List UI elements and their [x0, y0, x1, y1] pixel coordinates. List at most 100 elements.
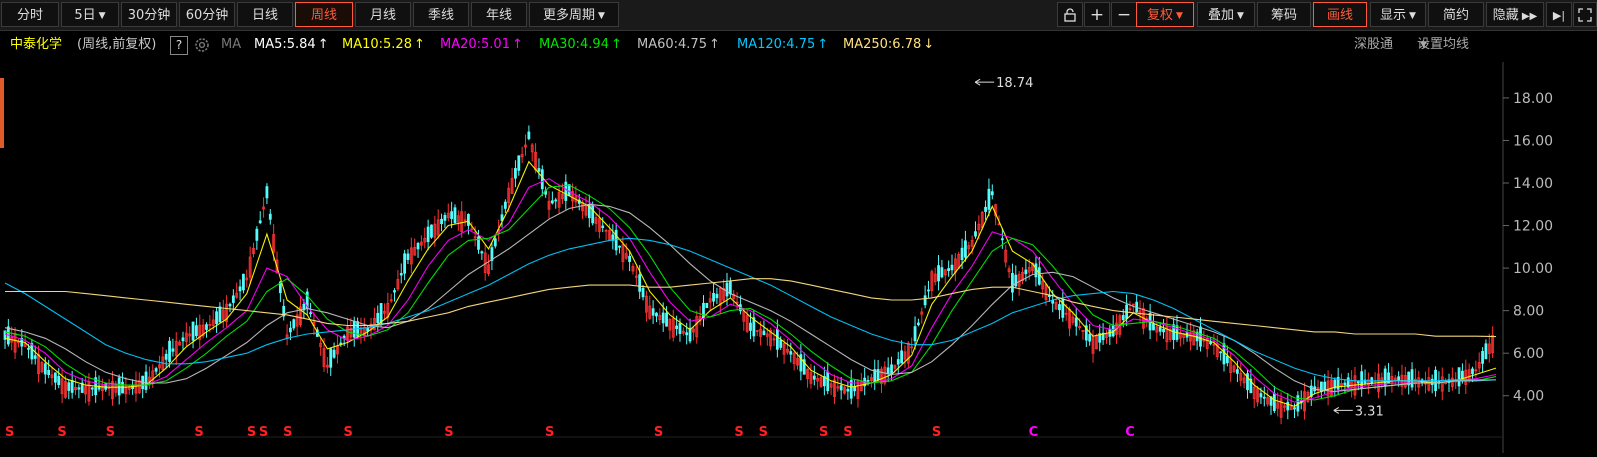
- ma-indicator-label: MA: [221, 37, 242, 52]
- signal-marker: S: [259, 425, 268, 440]
- zoom-out-label: −: [1116, 5, 1132, 25]
- candle-body: [70, 380, 74, 393]
- y-tick-label: 14.00: [1513, 176, 1553, 192]
- candle-body: [514, 168, 517, 179]
- candle-body: [725, 282, 729, 297]
- signal-marker: S: [819, 425, 828, 440]
- tab-period-1[interactable]: 5日 ▼: [61, 2, 119, 27]
- trend-arrow-icon: ↑: [317, 37, 329, 52]
- candle-body: [493, 238, 497, 247]
- chart-canvas[interactable]: 18.00 16.00 14.00 12.00 10.00 8.00 6.00 4.00 18.…: [0, 62, 1597, 453]
- tab-period-3[interactable]: 60分钟: [179, 2, 235, 27]
- candle-body: [376, 312, 380, 324]
- candle-body: [655, 312, 658, 317]
- candle-body: [1262, 396, 1266, 399]
- candle-body: [181, 337, 185, 342]
- ma-value-3: MA30:4.94 ↑: [539, 31, 622, 59]
- simple-button[interactable]: 简约: [1428, 2, 1484, 27]
- candle-body: [255, 228, 259, 241]
- candle-body: [480, 251, 484, 254]
- display-label: 显示: [1380, 8, 1407, 23]
- shengutong-link[interactable]: 深股通: [1354, 31, 1393, 59]
- chevron-down-icon: ▼: [598, 11, 605, 21]
- candle-body: [1162, 328, 1165, 333]
- candle-body: [47, 370, 51, 376]
- signal-marker: S: [734, 425, 743, 440]
- tab-period-6[interactable]: 月线: [355, 2, 411, 27]
- annotation-label: 18.74: [996, 76, 1033, 91]
- chips-button[interactable]: 筹码: [1257, 2, 1311, 27]
- draw-button[interactable]: 画线: [1313, 2, 1367, 27]
- candle-body: [1410, 369, 1414, 388]
- ma-value-text: MA30:4.94: [539, 37, 609, 52]
- y-tick-label: 8.00: [1513, 304, 1544, 320]
- candle-body: [1481, 350, 1484, 364]
- signal-marker: C: [1029, 425, 1039, 440]
- candle-body: [1259, 393, 1263, 398]
- y-tick-label: 4.00: [1513, 389, 1544, 405]
- candle-body: [265, 186, 269, 199]
- tab-period-2[interactable]: 30分钟: [121, 2, 177, 27]
- candle-body: [77, 387, 81, 390]
- trend-arrow-icon: ↑: [610, 37, 622, 52]
- display-dropdown[interactable]: 显示 ▼: [1370, 2, 1426, 27]
- signal-marker: S: [545, 425, 554, 440]
- signal-marker: S: [759, 425, 768, 440]
- ma-value-1: MA10:5.28 ↑: [342, 31, 425, 59]
- kline-chart[interactable]: 18.00 16.00 14.00 12.00 10.00 8.00 6.00 4.00 18.…: [0, 62, 1597, 457]
- signal-marker: S: [194, 425, 203, 440]
- zoom-out-button[interactable]: −: [1111, 2, 1137, 27]
- zoom-in-button[interactable]: +: [1084, 2, 1110, 27]
- candle-body: [453, 207, 457, 223]
- fullscreen-button[interactable]: [1573, 2, 1597, 27]
- tab-label: 周线: [310, 8, 337, 23]
- lock-button[interactable]: [1057, 2, 1083, 27]
- candle-body: [964, 240, 967, 258]
- ma-value-text: MA10:5.28: [342, 37, 412, 52]
- candle-body: [440, 218, 443, 225]
- chips-label: 筹码: [1270, 8, 1297, 23]
- signal-marker: C: [1125, 425, 1135, 440]
- tab-period-9[interactable]: 更多周期 ▼: [529, 2, 619, 27]
- candle-body: [987, 188, 991, 210]
- candle-body: [661, 312, 665, 324]
- tab-period-5[interactable]: 周线: [295, 2, 353, 27]
- candle-body: [846, 388, 850, 392]
- period-toolbar: 分时 5日 ▼ 30分钟 60分钟 日线 周线 月线 季线 年线 更多周期 ▼ + − 复权 ▼ 叠加 ▼…: [0, 0, 1597, 31]
- candle-body: [467, 213, 470, 226]
- fuquan-dropdown[interactable]: 复权 ▼: [1136, 2, 1194, 27]
- signal-marker: S: [843, 425, 852, 440]
- tab-period-0[interactable]: 分时: [1, 2, 59, 27]
- overlay-dropdown[interactable]: 叠加 ▼: [1197, 2, 1255, 27]
- signal-marker: S: [106, 425, 115, 440]
- candle-body: [550, 200, 554, 204]
- help-button[interactable]: ?: [170, 36, 188, 55]
- tab-label: 30分钟: [127, 8, 171, 23]
- tab-period-8[interactable]: 年线: [471, 2, 527, 27]
- candle-body: [1058, 304, 1061, 311]
- candle-body: [896, 359, 900, 365]
- candle-body: [1430, 378, 1434, 385]
- candle-body: [258, 220, 262, 224]
- chevron-down-icon: ▼: [1420, 40, 1427, 50]
- candle-body: [591, 205, 595, 224]
- collapse-left-button[interactable]: ▶|: [1546, 2, 1572, 27]
- candle-body: [826, 371, 830, 392]
- tab-label: 年线: [485, 8, 512, 23]
- signal-marker: S: [5, 425, 14, 440]
- hide-button[interactable]: 隐藏 ▶▶: [1486, 2, 1544, 27]
- tab-period-4[interactable]: 日线: [237, 2, 293, 27]
- candle-body: [117, 377, 121, 396]
- candle-body: [866, 380, 870, 382]
- chevron-down-icon: ▼: [1176, 11, 1183, 21]
- trend-arrow-icon: ↑: [708, 37, 720, 52]
- candle-body: [675, 325, 679, 330]
- ma-value-5: MA120:4.75 ↑: [737, 31, 828, 59]
- ma-value-6: MA250:6.78 ↓: [843, 31, 934, 59]
- signal-marker: S: [344, 425, 353, 440]
- signal-marker: S: [654, 425, 663, 440]
- candle-body: [779, 339, 783, 348]
- candle-body: [27, 347, 30, 350]
- candle-body: [618, 245, 621, 248]
- tab-period-7[interactable]: 季线: [413, 2, 469, 27]
